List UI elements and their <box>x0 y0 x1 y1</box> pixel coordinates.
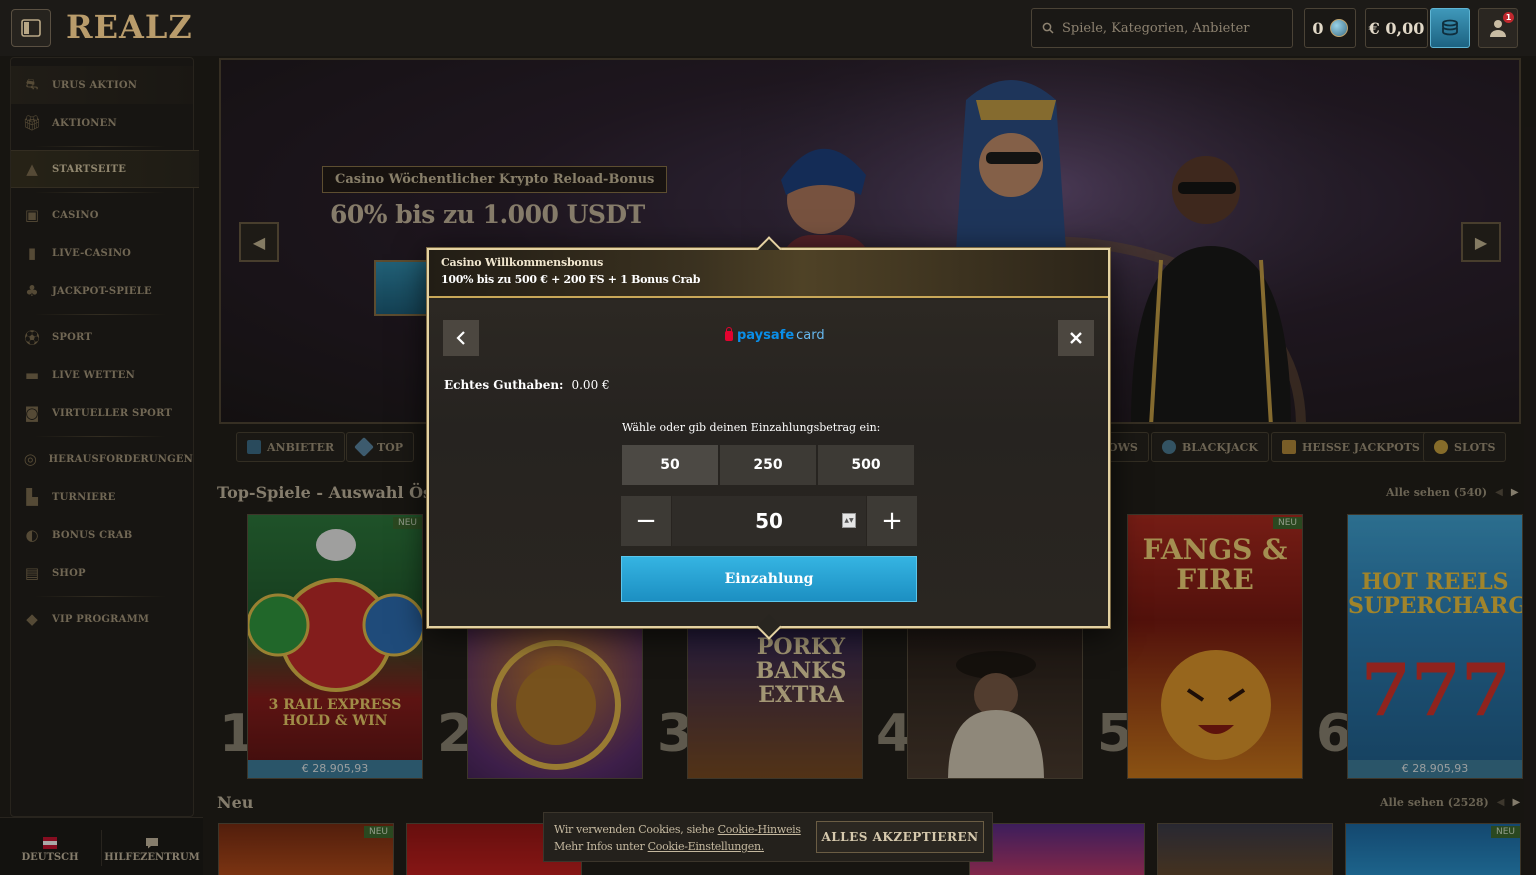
search-input[interactable] <box>1062 20 1282 36</box>
chevron-left-icon <box>456 331 465 345</box>
coins-counter[interactable]: 0 <box>1304 8 1356 48</box>
amount-field[interactable]: ▲▼ <box>672 496 866 546</box>
sidebar-icon <box>21 19 41 37</box>
cookie-settings-link[interactable]: Cookie-Einstellungen. <box>648 840 765 853</box>
balance-display[interactable]: € 0,00 <box>1365 8 1428 48</box>
increase-button[interactable]: + <box>867 496 917 546</box>
amount-option-500[interactable]: 500 <box>818 445 914 485</box>
amount-input[interactable] <box>709 509 829 533</box>
cookie-notice-link[interactable]: Cookie-Hinweis <box>718 823 801 836</box>
plus-icon: + <box>881 506 903 536</box>
modal-header: Casino Willkommensbonus 100% bis zu 500 … <box>429 250 1108 298</box>
logo[interactable]: REALZ <box>66 8 193 46</box>
bonus-title: Casino Willkommensbonus <box>441 256 604 269</box>
notification-badge: 1 <box>1503 12 1514 23</box>
real-balance: Echtes Guthaben: 0.00 € <box>444 378 610 392</box>
cookie-line1: Wir verwenden Cookies, siehe <box>554 823 718 836</box>
minus-icon: − <box>635 506 657 536</box>
coin-stack-icon <box>1442 19 1458 36</box>
coins-value: 0 <box>1312 18 1324 38</box>
amount-prompt: Wähle oder gib deinen Einzahlungsbetrag … <box>622 421 881 434</box>
provider-name-part: paysafe <box>737 328 795 343</box>
modal-body: paysafe card Echtes Guthaben: 0.00 € Wähle… <box>429 300 1108 626</box>
close-button[interactable] <box>1058 320 1094 356</box>
balance-value: 0.00 € <box>571 378 610 392</box>
deposit-button[interactable]: Einzahlung <box>621 556 917 602</box>
search-box[interactable] <box>1031 8 1293 48</box>
search-icon <box>1042 22 1054 34</box>
balance-label: Echtes Guthaben: <box>444 378 564 392</box>
spinner-icon[interactable]: ▲▼ <box>842 513 856 528</box>
provider-name-part: card <box>796 328 825 343</box>
wallet-button[interactable] <box>1430 8 1470 48</box>
accept-all-cookies-button[interactable]: ALLES AKZEPTIEREN <box>816 821 984 853</box>
balance-value: € 0,00 <box>1368 18 1425 38</box>
lock-icon <box>725 326 733 341</box>
profile-button[interactable]: 1 <box>1478 8 1518 48</box>
amount-option-50[interactable]: 50 <box>622 445 718 485</box>
cookie-line2: Mehr Infos unter <box>554 840 648 853</box>
deposit-modal: Casino Willkommensbonus 100% bis zu 500 … <box>427 236 1110 640</box>
paysafecard-logo: paysafe card <box>725 326 825 343</box>
back-button[interactable] <box>443 320 479 356</box>
close-icon <box>1070 332 1082 344</box>
amount-stepper: − ▲▼ + <box>621 496 917 546</box>
decrease-button[interactable]: − <box>621 496 671 546</box>
sidebar-toggle-button[interactable] <box>11 9 51 47</box>
cookie-text: Wir verwenden Cookies, siehe Cookie-Hinw… <box>554 821 801 855</box>
app-root: REALZ 0 € 0,00 1 ⛐ URUS AKTION 🎁︎ AKTION… <box>0 0 1536 875</box>
coin-icon <box>1329 19 1348 37</box>
bonus-subtitle: 100% bis zu 500 € + 200 FS + 1 Bonus Cra… <box>441 273 701 286</box>
cookie-banner: Wir verwenden Cookies, siehe Cookie-Hinw… <box>543 812 993 862</box>
amount-option-250[interactable]: 250 <box>720 445 816 485</box>
top-bar: REALZ 0 € 0,00 1 <box>0 0 1536 56</box>
